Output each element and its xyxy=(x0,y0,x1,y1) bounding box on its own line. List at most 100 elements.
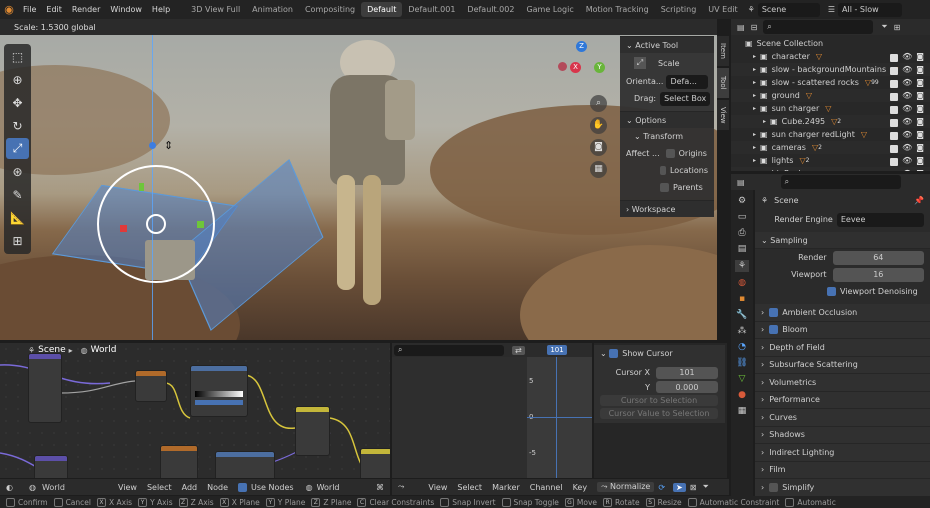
node-mix[interactable] xyxy=(295,406,330,456)
gizmo-y-handle[interactable] xyxy=(197,221,204,228)
viewport-denoising-checkbox[interactable] xyxy=(827,287,836,296)
tab-item[interactable]: Item xyxy=(717,36,729,66)
scale-gizmo-center[interactable] xyxy=(146,214,166,234)
filter-icon[interactable]: ⏷ xyxy=(881,22,887,32)
graph-view-menu[interactable]: View xyxy=(428,483,447,492)
render-camera-icon[interactable]: ◙ xyxy=(916,169,924,172)
outliner-row-5[interactable]: ▸ ▣ Cube.2495 ▽ 2 👁 ◙ xyxy=(731,115,930,128)
measure-tool-icon[interactable]: 📐 xyxy=(6,207,29,228)
tab-view[interactable]: View xyxy=(717,100,729,130)
outliner-row-0[interactable]: ▸ ▣ character ▽ 👁 ◙ xyxy=(731,50,930,63)
node-color-ramp-2[interactable] xyxy=(190,365,248,417)
scale-tool-icon[interactable]: ⤢ xyxy=(6,138,29,159)
transform-tool-icon[interactable]: ⊛ xyxy=(6,161,29,182)
sampling-header[interactable]: ⌄ Sampling xyxy=(755,232,930,249)
cursor-tool-icon[interactable]: ⊕ xyxy=(6,69,29,90)
pin-icon[interactable]: 📌 xyxy=(914,196,924,205)
disclosure-triangle-icon[interactable]: ▸ xyxy=(753,144,756,151)
use-nodes-checkbox[interactable] xyxy=(238,482,248,492)
tab-game-logic[interactable]: Game Logic xyxy=(520,2,579,17)
pan-hand-icon[interactable]: ✋ xyxy=(590,117,607,134)
cursor-value-to-selection-button[interactable]: Cursor Value to Selection xyxy=(600,408,718,419)
include-checkbox[interactable] xyxy=(890,131,899,140)
node-color-ramp-3[interactable] xyxy=(215,451,275,478)
outliner-search-input[interactable]: ⌕ xyxy=(763,20,874,34)
gizmo-z-icon[interactable]: Z xyxy=(576,41,587,52)
pin-icon[interactable]: ⌘ xyxy=(376,483,384,492)
gizmo-y-icon[interactable]: Y xyxy=(594,62,605,73)
include-checkbox[interactable] xyxy=(890,170,899,171)
locations-checkbox[interactable] xyxy=(660,166,666,175)
disclosure-triangle-icon[interactable]: ▸ xyxy=(753,157,756,164)
render-camera-icon[interactable]: ◙ xyxy=(916,91,924,101)
eye-icon[interactable]: 👁 xyxy=(902,143,912,153)
outliner-row-8[interactable]: ▸ ▣ lights ▽ 2 👁 ◙ xyxy=(731,154,930,167)
select-menu[interactable]: Select xyxy=(147,483,172,492)
menu-help[interactable]: Help xyxy=(147,5,175,14)
eye-icon[interactable]: 👁 xyxy=(902,156,912,166)
disclosure-triangle-icon[interactable]: ▸ xyxy=(753,66,756,73)
camera-icon[interactable]: ◙ xyxy=(590,139,607,156)
blender-logo-icon[interactable]: ◉ xyxy=(0,0,18,19)
drag-dropdown[interactable]: Select Box xyxy=(660,91,711,106)
channel-search-input[interactable]: ⌕ xyxy=(394,344,504,356)
node-editor[interactable] xyxy=(0,343,390,478)
eye-icon[interactable]: 👁 xyxy=(902,52,912,62)
properties-editor-icon[interactable]: ▤ xyxy=(737,178,745,187)
disclosure-triangle-icon[interactable]: ▸ xyxy=(753,105,756,112)
node-color-ramp[interactable] xyxy=(135,370,167,402)
disclosure-triangle-icon[interactable]: ▸ xyxy=(753,170,756,171)
panel-shadows[interactable]: › Shadows xyxy=(755,426,930,444)
outliner-row-7[interactable]: ▸ ▣ cameras ▽ 2 👁 ◙ xyxy=(731,141,930,154)
include-checkbox[interactable] xyxy=(890,157,899,166)
include-checkbox[interactable] xyxy=(890,66,899,75)
grid-view-icon[interactable]: ▦ xyxy=(590,161,607,178)
include-checkbox[interactable] xyxy=(890,92,899,101)
outliner-row-9[interactable]: ▸▣bigRocks▽👁◙ xyxy=(731,167,930,171)
disclosure-triangle-icon[interactable]: ▸ xyxy=(753,79,756,86)
outliner-row-6[interactable]: ▸ ▣ sun charger redLight ▽ 👁 ◙ xyxy=(731,128,930,141)
annotate-tool-icon[interactable]: ✎ xyxy=(6,184,29,205)
tab-3d-view-full[interactable]: 3D View Full xyxy=(185,2,246,17)
object-tab-icon[interactable]: ▪ xyxy=(739,294,745,304)
eye-icon[interactable]: 👁 xyxy=(902,65,912,75)
include-checkbox[interactable] xyxy=(890,118,899,127)
graph-editor[interactable]: ⌕ ⇄ 5 0 -5 101 xyxy=(392,343,592,478)
include-checkbox[interactable] xyxy=(890,105,899,114)
new-collection-icon[interactable]: ⊞ xyxy=(894,23,901,32)
panel-film[interactable]: › Film xyxy=(755,461,930,479)
add-cube-icon[interactable]: ⊞ xyxy=(6,230,29,251)
filter-display-icon[interactable]: ⊟ xyxy=(751,23,758,32)
eye-icon[interactable]: 👁 xyxy=(902,117,912,127)
tab-default-001[interactable]: Default.001 xyxy=(402,2,461,17)
render-engine-dropdown[interactable]: Eevee xyxy=(836,212,924,227)
tab-animation[interactable]: Animation xyxy=(246,2,299,17)
disclosure-triangle-icon[interactable]: ▸ xyxy=(753,131,756,138)
scene-selector[interactable]: Scene xyxy=(757,2,820,17)
scene-tab-icon[interactable]: ⚘ xyxy=(734,260,750,272)
parents-checkbox[interactable] xyxy=(660,183,669,192)
panel-simplify[interactable]: › Simplify xyxy=(755,479,930,496)
transform-subheader[interactable]: ⌄ Transform xyxy=(620,128,714,145)
modifier-tab-icon[interactable]: 🔧 xyxy=(736,310,747,320)
eye-icon[interactable]: 👁 xyxy=(902,91,912,101)
cursor-x-field[interactable]: 101 xyxy=(656,366,718,379)
swap-icon[interactable]: ⇄ xyxy=(512,345,525,355)
node-mapping[interactable] xyxy=(28,353,62,423)
scene-collection-row[interactable]: ▣ Scene Collection xyxy=(731,37,930,50)
render-samples-field[interactable]: 64 xyxy=(832,250,924,265)
particles-tab-icon[interactable]: ⁂ xyxy=(738,326,747,336)
curve-area[interactable]: 5 0 -5 xyxy=(527,357,592,478)
gizmo-z-handle[interactable] xyxy=(149,142,156,149)
render-camera-icon[interactable]: ◙ xyxy=(916,65,924,75)
world-dropdown[interactable]: World xyxy=(38,480,98,494)
view-layer-tab-icon[interactable]: ▤ xyxy=(738,244,747,254)
tab-motion-tracking[interactable]: Motion Tracking xyxy=(580,2,655,17)
gizmo-y-top-handle[interactable] xyxy=(139,183,144,191)
texture-tab-icon[interactable]: ▦ xyxy=(738,406,747,416)
render-camera-icon[interactable]: ◙ xyxy=(916,104,924,114)
outliner-row-3[interactable]: ▸ ▣ ground ▽ 👁 ◙ xyxy=(731,89,930,102)
panel-performance[interactable]: › Performance xyxy=(755,391,930,409)
include-checkbox[interactable] xyxy=(890,79,899,88)
eye-icon[interactable]: 👁 xyxy=(902,78,912,88)
